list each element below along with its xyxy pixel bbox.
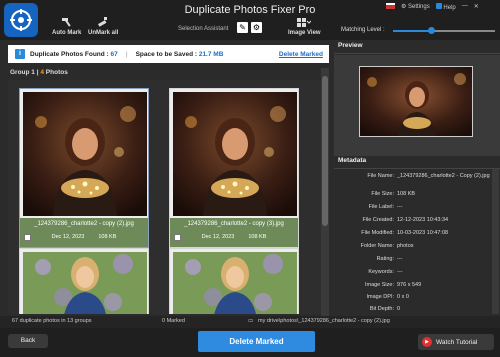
- photo-date: Dec 12, 2023: [51, 234, 85, 240]
- photo-card[interactable]: [19, 248, 149, 314]
- photo-card[interactable]: [169, 248, 299, 314]
- duplicates-found-label: Duplicate Photos Found :: [30, 50, 109, 58]
- info-icon: i: [15, 49, 25, 59]
- photo-size: 108 KB: [98, 234, 117, 240]
- delete-marked-button[interactable]: Delete Marked: [198, 331, 315, 352]
- photo-thumbnail[interactable]: [23, 92, 147, 216]
- unmark-icon: [98, 17, 108, 27]
- photo-card[interactable]: _124379286_charlotte2 - copy (3).jpg Dec…: [169, 88, 299, 248]
- folder-icon: ▭: [248, 318, 254, 324]
- metadata-key: File Name:: [367, 173, 394, 179]
- close-button[interactable]: ✕: [474, 3, 479, 11]
- metadata-value: 0 x 0: [397, 294, 409, 300]
- group-header: Group 1 | 4 Photos: [10, 69, 68, 76]
- photo-thumbnail[interactable]: [173, 92, 297, 216]
- metadata-key: File Modified:: [361, 230, 394, 236]
- metadata-key: Rating:: [376, 256, 394, 262]
- auto-mark-button[interactable]: Auto Mark: [52, 16, 81, 36]
- help-menu[interactable]: Help: [435, 3, 456, 11]
- metadata-key: Bit Depth:: [369, 306, 394, 312]
- metadata-key: Keywords:: [368, 269, 394, 275]
- metadata-value: 108 KB: [397, 191, 416, 197]
- group-label: Group 1 |: [10, 69, 39, 76]
- metadata-key: Image DPI:: [366, 294, 394, 300]
- metadata-key: File Created:: [362, 217, 395, 223]
- metadata-panel: File Name: _124379286_charlotte2 - Copy (…: [334, 169, 492, 314]
- metadata-key: Folder Name:: [360, 243, 394, 249]
- photo-filename: _124379286_charlotte2 - copy (2).jpg: [34, 221, 134, 227]
- duplicates-found-value: 67: [110, 50, 118, 58]
- photo-caption: _124379286_charlotte2 - copy (3).jpg Dec…: [170, 218, 298, 247]
- photo-card[interactable]: _124379286_charlotte2 - copy (2).jpg Dec…: [19, 88, 149, 248]
- metadata-key: Image Size:: [364, 282, 394, 288]
- metadata-row: File Name: _124379286_charlotte2 - Copy (…: [334, 173, 492, 187]
- gear-icon: ⚙: [401, 4, 409, 10]
- photo-date: Dec 12, 2023: [201, 234, 235, 240]
- unmark-all-button[interactable]: UnMark all: [88, 16, 118, 36]
- preview-image: [359, 66, 473, 137]
- group-count: 4: [40, 69, 44, 76]
- watch-tutorial-button[interactable]: ▶ Watch Tutorial: [418, 334, 494, 350]
- metadata-value: ---: [397, 204, 403, 210]
- space-saved-value: 21.7 MB: [198, 50, 224, 58]
- image-view-button[interactable]: Image View: [288, 18, 321, 36]
- photo-thumbnail[interactable]: [23, 252, 147, 314]
- photo-caption: _124379286_charlotte2 - copy (2).jpg Dec…: [20, 218, 148, 247]
- image-view-icon: [297, 18, 312, 27]
- preview-header: Preview: [334, 42, 500, 54]
- settings-menu[interactable]: ⚙ Settings: [401, 3, 430, 11]
- top-right-menu: ⚙ Settings Help — ✕: [386, 3, 479, 11]
- play-icon: ▶: [422, 337, 432, 347]
- auto-mark-label: Auto Mark: [52, 30, 82, 36]
- metadata-scrollbar[interactable]: [492, 169, 499, 314]
- photo-size: 108 KB: [248, 234, 267, 240]
- help-icon: [435, 3, 442, 9]
- flag-icon[interactable]: [386, 3, 395, 9]
- photo-meta: Dec 12, 2023 108 KB: [170, 234, 298, 240]
- unmark-all-label: UnMark all: [88, 30, 119, 36]
- metadata-key: File Label:: [368, 204, 394, 210]
- grid-scroll-thumb[interactable]: [322, 76, 328, 226]
- metadata-value: 0: [397, 306, 401, 312]
- back-button[interactable]: Back: [8, 334, 48, 348]
- slider-handle[interactable]: [427, 27, 435, 34]
- minimize-button[interactable]: —: [462, 3, 468, 11]
- image-view-label: Image View: [288, 30, 321, 36]
- selection-settings-icon[interactable]: ⚙: [251, 22, 262, 33]
- status-path: my drive\photos\_124379286_charlotte2 - …: [258, 318, 390, 324]
- space-saved-label: Space to be Saved :: [135, 50, 198, 58]
- status-summary: 67 duplicate photos in 13 groups: [12, 318, 92, 324]
- metadata-value: ---: [397, 269, 403, 275]
- metadata-header: Metadata: [334, 157, 500, 169]
- settings-label: Settings: [408, 4, 430, 10]
- hammer-icon: [61, 18, 71, 27]
- photo-meta: Dec 12, 2023 108 KB: [20, 234, 148, 240]
- group-photos-label: Photos: [45, 69, 68, 76]
- metadata-value: 10-03-2023 10:47:08: [397, 230, 449, 236]
- photo-filename: _124379286_charlotte2 - copy (3).jpg: [184, 221, 284, 227]
- selection-assistant-icon[interactable]: ✎: [237, 22, 248, 33]
- metadata-value: 976 x 549: [397, 282, 422, 288]
- metadata-value: 12-12-2023 10:43:34: [397, 217, 449, 223]
- slider-fill: [393, 30, 432, 32]
- help-label: Help: [443, 5, 456, 11]
- metadata-value: ---: [397, 256, 403, 262]
- metadata-value: photos: [397, 243, 414, 249]
- selection-assistant-label: Selection Assistant: [178, 26, 229, 32]
- watch-tutorial-label: Watch Tutorial: [436, 338, 478, 346]
- metadata-key: File Size:: [371, 191, 394, 197]
- delete-marked-link[interactable]: Delete Marked: [279, 51, 323, 58]
- photo-grid: _124379286_charlotte2 - copy (2).jpg Dec…: [8, 80, 321, 314]
- matching-level-label: Matching Level :: [341, 27, 385, 33]
- metadata-value: _124379286_charlotte2 - Copy (2).jpg: [397, 173, 490, 179]
- photo-thumbnail[interactable]: [173, 252, 297, 314]
- summary-bar: i Duplicate Photos Found : 67 | Space to…: [8, 45, 329, 63]
- status-bar: 67 duplicate photos in 13 groups 0 Marke…: [0, 316, 500, 328]
- status-marked: 0 Marked: [162, 318, 185, 324]
